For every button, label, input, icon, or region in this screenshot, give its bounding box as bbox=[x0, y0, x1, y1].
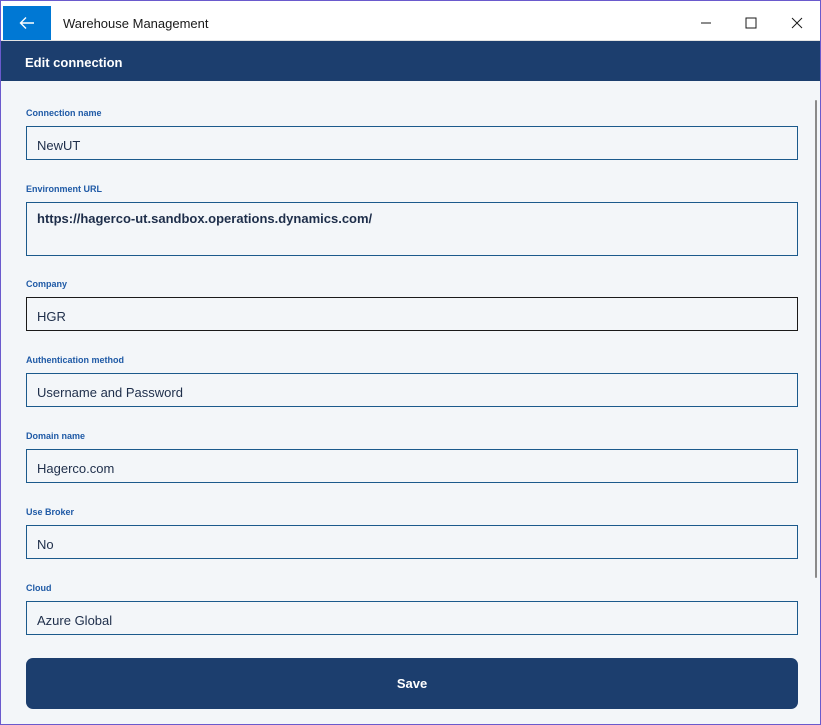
save-button[interactable]: Save bbox=[26, 658, 798, 709]
page-title: Edit connection bbox=[25, 55, 123, 70]
domain-name-label: Domain name bbox=[26, 431, 86, 441]
domain-name-value: Hagerco.com bbox=[37, 461, 115, 476]
back-arrow-icon bbox=[19, 17, 34, 29]
maximize-button[interactable] bbox=[728, 6, 774, 40]
vertical-scrollbar[interactable] bbox=[815, 100, 817, 578]
domain-name-input[interactable]: Hagerco.com bbox=[26, 449, 798, 483]
authentication-method-label: Authentication method bbox=[26, 355, 124, 365]
environment-url-value: https://hagerco-ut.sandbox.operations.dy… bbox=[37, 211, 373, 226]
close-icon bbox=[791, 17, 803, 29]
use-broker-value: No bbox=[37, 537, 54, 552]
use-broker-label: Use Broker bbox=[26, 507, 75, 517]
company-input[interactable]: HGR bbox=[26, 297, 798, 331]
authentication-method-input[interactable]: Username and Password bbox=[26, 373, 798, 407]
minimize-button[interactable] bbox=[683, 6, 729, 40]
environment-url-input[interactable]: https://hagerco-ut.sandbox.operations.dy… bbox=[26, 202, 798, 256]
connection-name-input[interactable]: NewUT bbox=[26, 126, 798, 160]
maximize-icon bbox=[745, 17, 757, 29]
cloud-input[interactable]: Azure Global bbox=[26, 601, 798, 635]
app-window: Warehouse Management Edit connection Con… bbox=[0, 0, 821, 725]
page-header: Edit connection bbox=[1, 41, 820, 81]
form-content: Connection name NewUT Environment URL ht… bbox=[1, 81, 820, 724]
company-label: Company bbox=[26, 279, 68, 289]
cloud-value: Azure Global bbox=[37, 613, 113, 628]
window-title: Warehouse Management bbox=[63, 16, 209, 31]
authentication-method-value: Username and Password bbox=[37, 385, 183, 400]
back-button[interactable] bbox=[3, 6, 51, 40]
use-broker-input[interactable]: No bbox=[26, 525, 798, 559]
connection-name-value: NewUT bbox=[37, 138, 81, 153]
environment-url-label: Environment URL bbox=[26, 184, 103, 194]
cloud-label: Cloud bbox=[26, 583, 52, 593]
close-button[interactable] bbox=[774, 6, 820, 40]
connection-name-label: Connection name bbox=[26, 108, 102, 118]
minimize-icon bbox=[701, 22, 711, 24]
company-value: HGR bbox=[37, 309, 66, 324]
title-bar: Warehouse Management bbox=[1, 1, 820, 41]
